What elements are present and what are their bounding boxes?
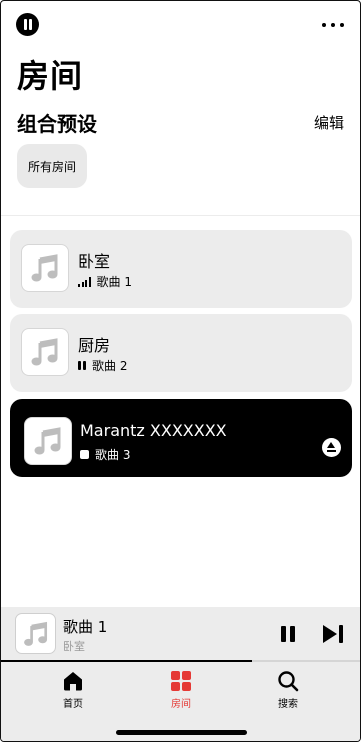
tab-home[interactable]: 首页: [43, 670, 103, 710]
room-song: 歌曲 3: [95, 448, 131, 462]
room-name: 卧室: [78, 252, 111, 271]
room-card-bedroom[interactable]: 卧室 歌曲 1: [10, 230, 352, 308]
tab-rooms[interactable]: 房间: [151, 670, 211, 710]
pause-button[interactable]: [281, 626, 295, 642]
music-note-icon: [31, 338, 58, 366]
room-status: 歌曲 2: [78, 357, 127, 374]
album-art: [21, 244, 69, 292]
room-name: Marantz XXXXXXX: [80, 421, 227, 440]
tab-label: 搜索: [278, 699, 298, 710]
tab-label: 房间: [171, 699, 191, 710]
pause-all-icon[interactable]: [16, 13, 39, 36]
home-icon: [64, 672, 82, 691]
now-playing-title: 歌曲 1: [63, 618, 108, 636]
tab-label: 首页: [63, 699, 83, 710]
more-options-icon[interactable]: [322, 22, 344, 28]
search-icon: [278, 671, 299, 692]
page-title: 房间: [17, 57, 84, 95]
music-note-icon: [23, 621, 47, 646]
next-track-button[interactable]: [323, 625, 345, 643]
album-art: [21, 328, 69, 376]
room-song: 歌曲 1: [96, 275, 132, 289]
signal-strength-icon: [78, 276, 91, 287]
room-status: 歌曲 3: [80, 446, 130, 463]
top-bar: [1, 1, 360, 51]
music-note-icon: [34, 427, 61, 455]
preset-chip-all-rooms[interactable]: 所有房间: [17, 144, 87, 188]
stopped-icon: [80, 450, 89, 459]
album-art: [24, 417, 72, 465]
room-card-kitchen[interactable]: 厨房 歌曲 2: [10, 314, 352, 392]
edit-button[interactable]: 编辑: [314, 112, 344, 133]
section-divider: [1, 215, 360, 216]
mini-player[interactable]: 歌曲 1 卧室: [1, 607, 360, 663]
tab-search[interactable]: 搜索: [258, 670, 318, 710]
room-name: 厨房: [78, 336, 111, 355]
presets-section-title: 组合预设: [17, 112, 97, 136]
music-note-icon: [31, 254, 58, 282]
room-status: 歌曲 1: [78, 273, 132, 290]
room-song: 歌曲 2: [92, 359, 128, 373]
home-indicator[interactable]: [116, 730, 247, 735]
tab-bar: 首页 房间 搜索: [1, 662, 360, 741]
app-screen: 房间 组合预设 编辑 所有房间 卧室 歌曲 1 厨房 歌曲 2 Marantz …: [0, 0, 361, 742]
now-playing-room: 卧室: [63, 640, 85, 653]
eject-icon[interactable]: [322, 438, 341, 457]
album-art: [15, 613, 56, 654]
paused-icon: [78, 361, 86, 370]
room-card-marantz[interactable]: Marantz XXXXXXX 歌曲 3: [10, 399, 352, 477]
rooms-icon: [171, 671, 191, 691]
